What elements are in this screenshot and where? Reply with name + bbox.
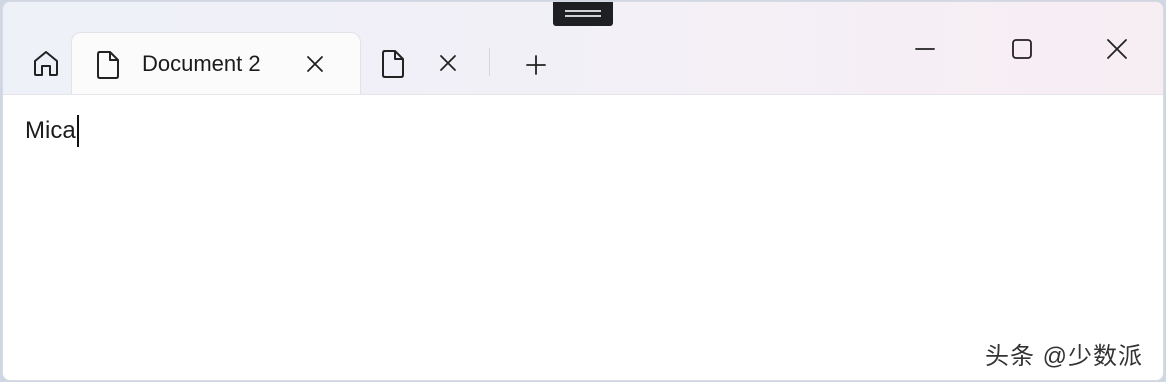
app-window: Document 2 Mica 头条 @少数派 [2, 1, 1164, 381]
tab-close-button[interactable] [304, 53, 326, 75]
close-icon [1107, 39, 1127, 59]
tab-close-button[interactable] [437, 52, 459, 74]
close-icon [440, 55, 456, 71]
document-text: Mica [25, 117, 76, 144]
plus-icon [526, 55, 546, 75]
minimize-button[interactable] [903, 32, 947, 68]
tab-document-2[interactable]: Document 2 [71, 32, 361, 97]
document-text-area[interactable]: Mica [25, 115, 79, 147]
watermark: 头条 @少数派 [984, 343, 1143, 370]
window-drag-handle[interactable] [553, 2, 613, 26]
home-button[interactable] [27, 44, 65, 82]
close-icon [307, 56, 323, 72]
close-window-button[interactable] [1095, 32, 1139, 68]
document-icon [94, 49, 122, 81]
tab-separator [489, 48, 490, 76]
tab-title: Document 2 [142, 51, 261, 76]
title-bar[interactable]: Document 2 [3, 2, 1163, 97]
new-tab-button[interactable] [521, 50, 551, 80]
maximize-button[interactable] [999, 32, 1043, 68]
minimize-icon [915, 48, 935, 50]
document-icon [379, 48, 407, 80]
tab-untitled[interactable] [367, 40, 477, 84]
maximize-icon [1012, 39, 1032, 59]
document-editor[interactable]: Mica 头条 @少数派 [3, 94, 1163, 380]
text-caret [76, 115, 79, 147]
home-icon [30, 47, 62, 79]
